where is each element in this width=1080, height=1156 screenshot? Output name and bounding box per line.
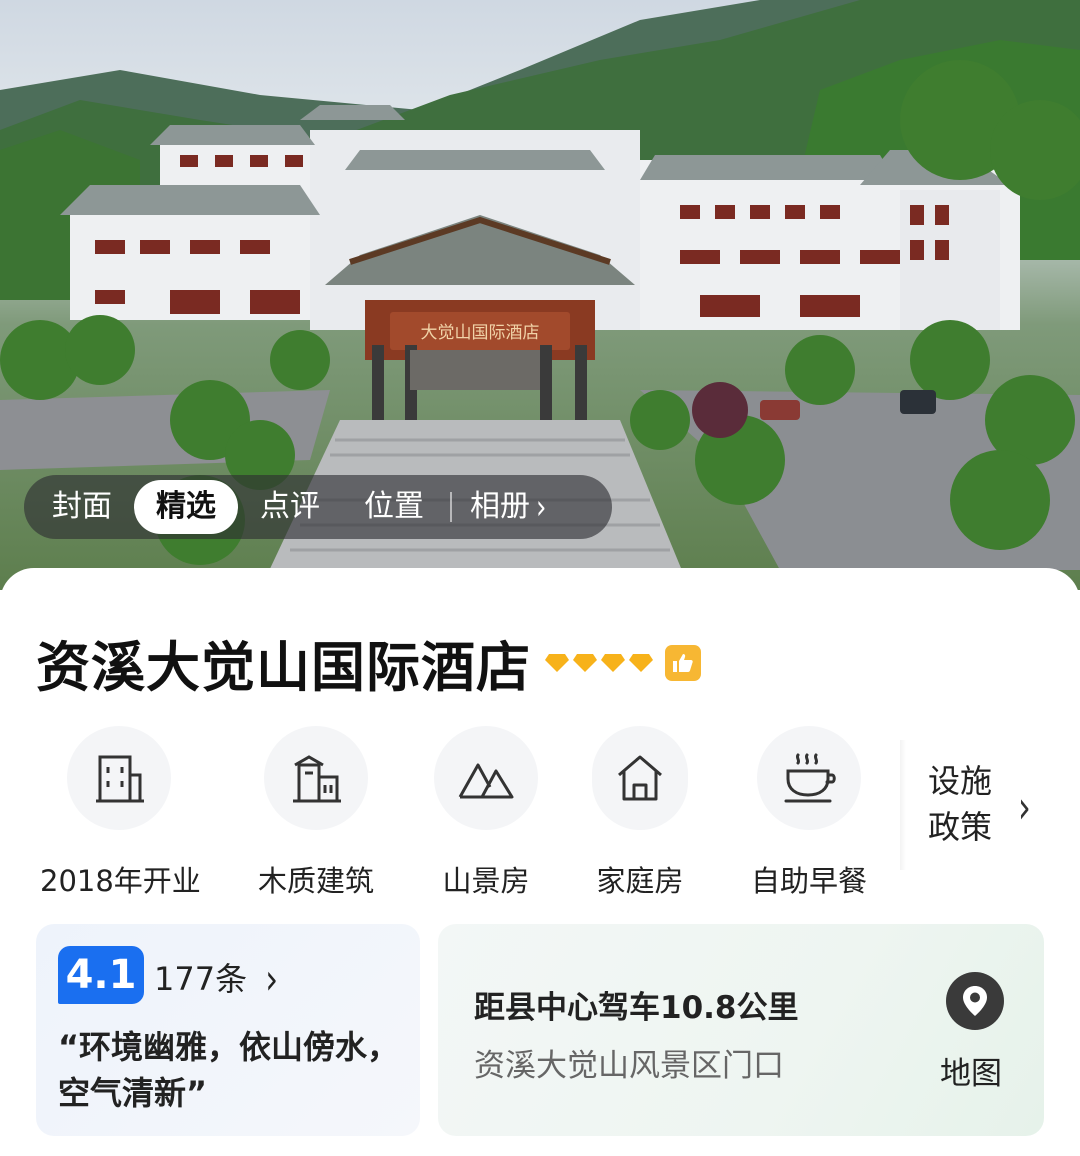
facility-buffet-breakfast[interactable]: 自助早餐 bbox=[746, 726, 872, 900]
divider-shadow bbox=[900, 740, 906, 870]
diamond-icon bbox=[629, 653, 653, 672]
policies-label: 政策 bbox=[928, 808, 993, 846]
facilities-policies-label: 设施 政策 bbox=[928, 758, 992, 850]
tab-album[interactable]: 相册 › bbox=[456, 480, 564, 534]
house-icon bbox=[592, 726, 688, 830]
facility-wooden-building[interactable]: 木质建筑 bbox=[252, 726, 380, 900]
facility-mountain-view[interactable]: 山景房 bbox=[434, 726, 538, 900]
location-summary[interactable]: 距县中心驾车10.8公里 资溪大觉山风景区门口 地图 bbox=[438, 924, 1044, 1136]
tab-cover[interactable]: 封面 bbox=[30, 480, 134, 534]
hotel-info-card: 资溪大觉山国际酒店 2018年开业 木质建筑 山景房 家庭房 自助早餐 设施 政… bbox=[0, 568, 1080, 1156]
review-summary[interactable]: 4.1 177条 › “环境幽雅，依山傍水，空气清新” bbox=[36, 924, 420, 1136]
tab-location[interactable]: 位置 bbox=[342, 480, 446, 534]
coffee-cup-icon bbox=[757, 726, 861, 830]
chevron-right-icon: › bbox=[265, 954, 279, 1004]
mountain-icon bbox=[434, 726, 538, 830]
chevron-right-icon: › bbox=[1018, 780, 1031, 834]
facility-label: 木质建筑 bbox=[257, 864, 374, 898]
review-count-link[interactable]: 177条 › bbox=[154, 954, 279, 1004]
facility-family-room[interactable]: 家庭房 bbox=[592, 726, 688, 900]
wooden-building-icon bbox=[264, 726, 368, 830]
facility-label: 自助早餐 bbox=[750, 864, 867, 898]
hotel-name: 资溪大觉山国际酒店 bbox=[36, 636, 531, 699]
facility-label: 家庭房 bbox=[596, 864, 684, 898]
hotel-photo[interactable]: 大觉山国际酒店 封面 精选 点评 位置 相册 › bbox=[0, 0, 1080, 590]
thumbs-up-icon[interactable] bbox=[665, 644, 701, 681]
gallery-tab-bar: 封面 精选 点评 位置 相册 › bbox=[24, 475, 612, 539]
map-pin-icon[interactable] bbox=[946, 972, 1004, 1030]
gate-sign-text: 大觉山国际酒店 bbox=[421, 323, 540, 343]
address-text: 资溪大觉山风景区门口 bbox=[474, 1048, 784, 1084]
facility-label: 2018年开业 bbox=[40, 864, 201, 898]
review-count: 177条 bbox=[154, 960, 248, 998]
facility-label: 山景房 bbox=[442, 864, 530, 898]
facility-opened-year[interactable]: 2018年开业 bbox=[40, 726, 201, 900]
facilities-policies-button[interactable]: 设施 政策 › bbox=[900, 728, 1080, 878]
title-row: 资溪大觉山国际酒店 bbox=[36, 623, 701, 702]
tab-divider bbox=[450, 492, 452, 522]
diamond-icon bbox=[573, 653, 597, 672]
diamond-icon bbox=[545, 653, 569, 672]
distance-text: 距县中心驾车10.8公里 bbox=[474, 990, 799, 1026]
review-score: 4.1 bbox=[58, 946, 144, 1004]
tab-featured[interactable]: 精选 bbox=[134, 480, 238, 534]
facilities-label: 设施 bbox=[928, 762, 993, 800]
tab-album-label: 相册 bbox=[470, 489, 530, 524]
tab-reviews[interactable]: 点评 bbox=[238, 480, 342, 534]
review-quote: “环境幽雅，依山傍水，空气清新” bbox=[58, 1028, 400, 1112]
diamond-icon bbox=[601, 653, 625, 672]
building-icon bbox=[67, 726, 171, 830]
diamond-rating bbox=[545, 653, 653, 672]
chevron-right-icon: › bbox=[536, 488, 547, 528]
map-button-label[interactable]: 地图 bbox=[940, 1048, 1002, 1093]
